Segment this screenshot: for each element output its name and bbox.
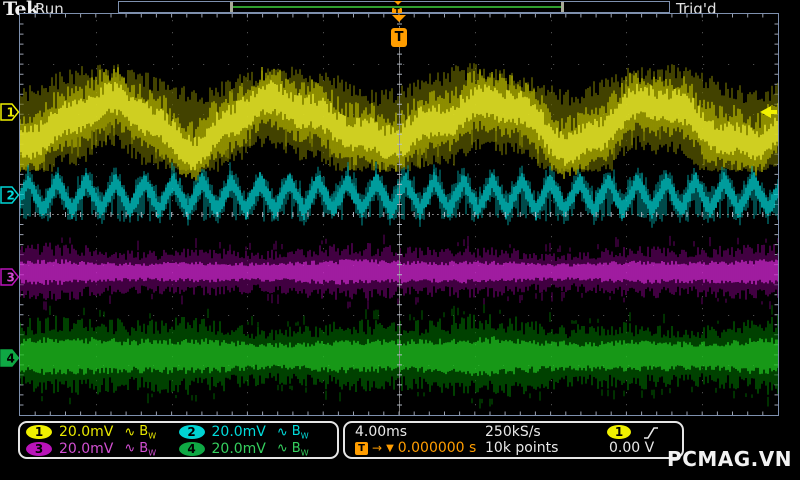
channel-2-badge: 2	[178, 425, 205, 440]
channel-3-scale: 20.0mV	[59, 440, 114, 457]
timebase-readout: 4.00ms	[355, 424, 408, 440]
trigger-position-flag[interactable]: T	[391, 14, 408, 47]
channel-1-readout: 1 20.0mV ∿ BW	[26, 424, 179, 441]
ac-coupling-icon: ∿	[124, 441, 136, 457]
channel-2-marker-label: 2	[7, 189, 15, 203]
bandwidth-limit-icon: BW	[291, 424, 309, 441]
channel-1-marker-label: 1	[7, 106, 15, 120]
trigger-level-arrow[interactable]	[760, 106, 777, 118]
channel-2-scale: 20.0mV	[211, 424, 266, 441]
trigger-source-badge: 1	[607, 425, 631, 439]
channel-4-readout: 4 20.0mV ∿ BW	[178, 440, 332, 458]
channel-readouts-box: 1 20.0mV ∿ BW 2 20.0mV ∿ BW 3 20.0mV ∿ BW 4…	[18, 421, 339, 459]
horizontal-trigger-readouts-box: 4.00ms 250kS/s 1 T → ▼ 0.000000 s 10k point…	[343, 421, 684, 459]
trigger-delay-value: 0.000000 s	[397, 440, 477, 456]
channel-3-badge: 3	[26, 441, 52, 456]
trigger-flag-t-icon: T	[391, 28, 407, 47]
trigger-source-readout: 1	[607, 424, 672, 440]
channel-1-badge: 1	[26, 425, 52, 440]
channel-4-position-marker[interactable]: 4	[0, 348, 20, 368]
graticule: T	[19, 13, 779, 416]
trigger-marker-icon: ▼	[386, 442, 394, 454]
trigger-delay-t-icon: T	[355, 441, 368, 455]
sample-rate-readout: 250kS/s	[485, 424, 541, 440]
ac-coupling-icon: ∿	[276, 441, 288, 457]
bandwidth-limit-icon: BW	[139, 424, 157, 441]
channel-1-scale: 20.0mV	[59, 424, 114, 441]
trigger-flag-arrow-icon	[392, 15, 406, 29]
ac-coupling-icon: ∿	[276, 424, 288, 440]
arrow-right-icon: →	[372, 441, 383, 455]
channel-4-badge: 4	[178, 441, 205, 456]
acquisition-window-end-bracket	[561, 2, 564, 12]
channel-2-position-marker[interactable]: 2	[0, 185, 20, 205]
trigger-level-arrow-shaft	[770, 110, 777, 114]
watermark: PCMAG.VN	[667, 447, 792, 471]
bandwidth-limit-icon: BW	[139, 440, 157, 458]
channel-4-marker-label: 4	[7, 352, 15, 366]
channel-3-position-marker[interactable]: 3	[0, 267, 20, 287]
rising-edge-icon	[644, 426, 658, 439]
channel-3-marker-label: 3	[7, 271, 15, 285]
channel-position-markers: 1 2 3 4	[0, 0, 20, 480]
channel-3-readout: 3 20.0mV ∿ BW	[26, 440, 179, 458]
acquisition-position-bar[interactable]: T	[118, 1, 670, 16]
record-length-readout: 10k points	[485, 440, 559, 456]
channel-2-readout: 2 20.0mV ∿ BW	[178, 424, 332, 441]
channel-4-scale: 20.0mV	[211, 440, 266, 457]
trigger-delay-readout: T → ▼ 0.000000 s	[355, 440, 485, 456]
trigger-level-readout: 0.00 V	[609, 440, 655, 456]
waveform-display	[20, 14, 778, 415]
bandwidth-limit-icon: BW	[291, 440, 309, 458]
oscilloscope-display: Tek Run T Trig'd T 1234 1 20.0mV ∿BW 2	[0, 0, 800, 480]
ac-coupling-icon: ∿	[124, 424, 136, 440]
channel-1-position-marker[interactable]: 1	[0, 102, 20, 122]
